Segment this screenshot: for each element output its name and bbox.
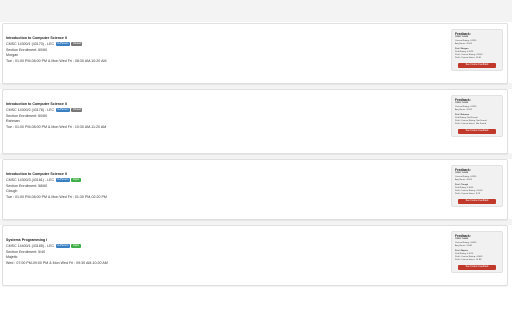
course-info: Systems Programming I CMSC 14400/1 (4318… <box>6 238 306 267</box>
see-course-feedback-button[interactable]: See Course Feedback <box>458 264 496 270</box>
see-course-feedback-button[interactable]: See Course Feedback <box>458 62 496 68</box>
meeting-schedule: Tue : 01:00 PM-08:00 PM & Mon Wed Fri : … <box>6 195 107 200</box>
top-bar <box>0 0 512 22</box>
course-card: Introduction to Computer Science II CMSC… <box>2 89 508 154</box>
course-info: Introduction to Computer Science II CMSC… <box>6 36 306 65</box>
see-course-feedback-button[interactable]: See Course Feedback <box>458 128 496 134</box>
course-info: Introduction to Computer Science II CMSC… <box>6 172 306 201</box>
feedback-prof-course-hours: Prof's Course Hours: 10.61 <box>455 57 482 60</box>
see-course-feedback-button[interactable]: See Course Feedback <box>458 198 496 204</box>
course-card: Systems Programming I CMSC 14400/1 (4318… <box>2 225 508 286</box>
mode-badge: In-Person <box>55 42 70 46</box>
feedback-prof-course-hours: Prof's Course Hours: 14.88 <box>455 259 482 262</box>
course-card: Introduction to Computer Science II CMSC… <box>2 159 508 220</box>
status-badge: Open <box>71 244 81 248</box>
course-section: CMSC 14300/2 (43178) - LEC <box>6 107 55 112</box>
course-section: CMSC 14300/1 (43170) - LEC <box>6 41 55 46</box>
course-section: CMSC 14400/1 (43185) - LEC <box>6 243 55 248</box>
mode-badge: In-Person <box>55 244 70 248</box>
course-section: CMSC 14300/3 (43181) - LEC <box>6 177 55 182</box>
feedback-prof-course-hours: Prof's Course Hours: 9.23 <box>455 193 481 196</box>
feedback-panel: Feedback: CMSC 14300 Course Rating: 4.28… <box>451 29 503 71</box>
feedback-panel: Feedback: CMSC 14400 Course Rating: 4.06… <box>451 231 503 273</box>
status-badge: Closed <box>71 108 83 112</box>
status-badge: Closed <box>71 42 83 46</box>
status-badge: Open <box>71 178 81 182</box>
course-info: Introduction to Computer Science II CMSC… <box>6 102 306 131</box>
mode-badge: In-Person <box>55 108 70 112</box>
feedback-prof-course-hours: Prof's Course Hours: Not Found <box>455 123 487 126</box>
feedback-panel: Feedback: CMSC 14300 Course Rating: 4.28… <box>451 165 503 207</box>
feedback-panel: Feedback: CMSC 14300 Course Rating: 4.28… <box>451 95 503 137</box>
meeting-schedule: Tue : 01:00 PM-08:00 PM & Mon Wed Fri : … <box>6 125 107 130</box>
course-card: Introduction to Computer Science II CMSC… <box>2 23 508 84</box>
meeting-schedule: Tue : 01:00 PM-08:00 PM & Mon Wed Fri : … <box>6 59 107 64</box>
mode-badge: In-Person <box>55 178 70 182</box>
meeting-schedule: Wed : 07:00 PM-09:00 PM & Mon Wed Fri : … <box>6 261 108 266</box>
